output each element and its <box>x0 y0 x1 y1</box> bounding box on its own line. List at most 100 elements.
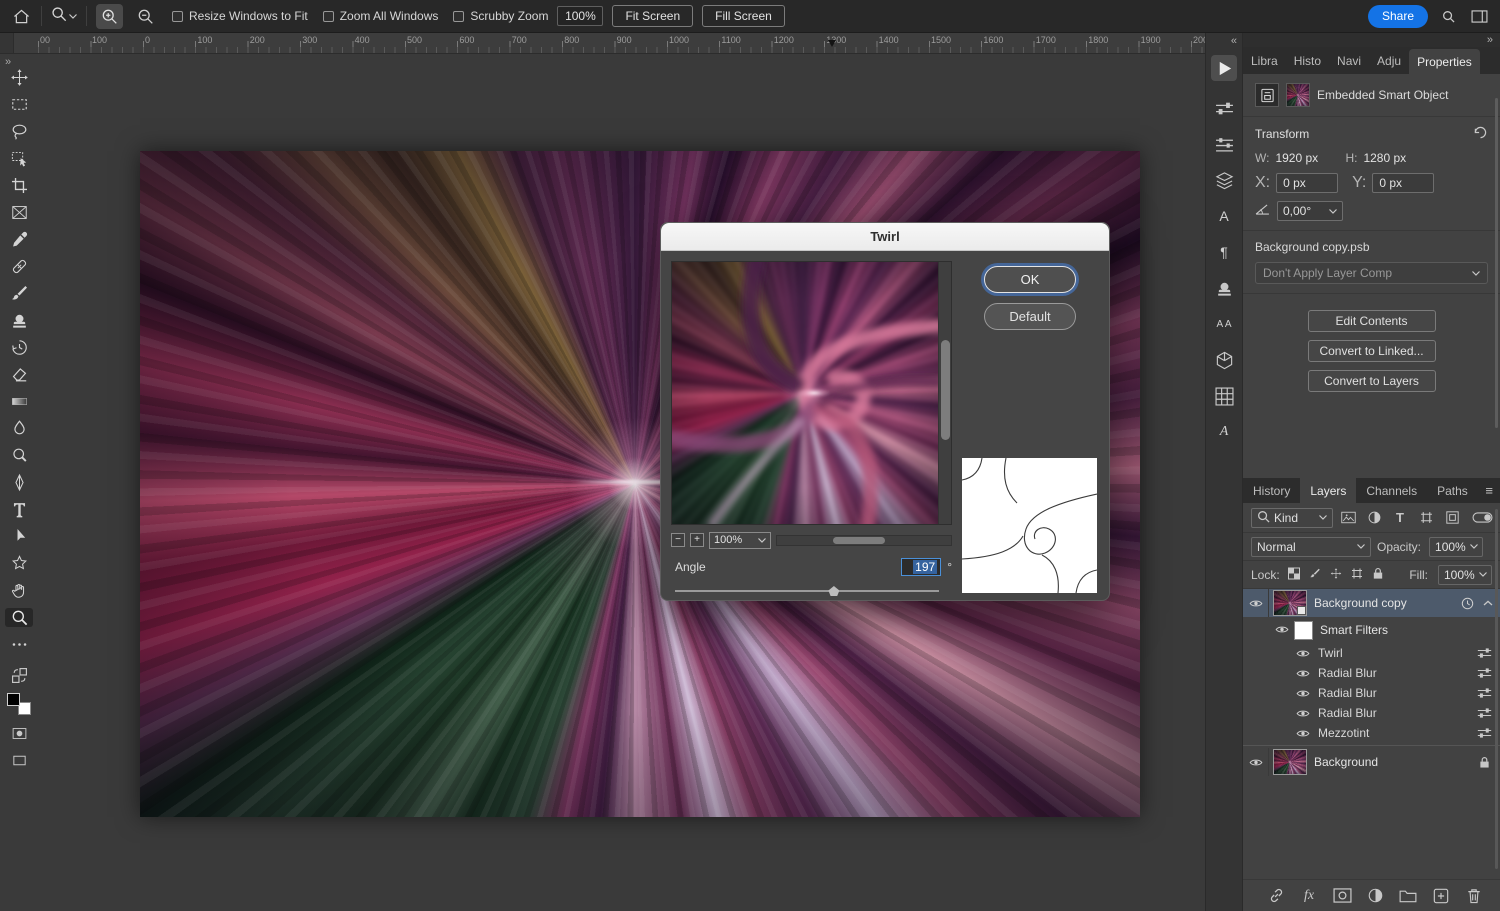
filter-visibility-eye-icon[interactable] <box>1295 689 1311 698</box>
panel-tab-properties[interactable]: Properties <box>1409 49 1480 74</box>
layer-row-background[interactable]: Background <box>1243 748 1500 776</box>
filter-visibility-eye-icon[interactable] <box>1295 669 1311 678</box>
zoom-in-mode-button[interactable] <box>96 4 123 29</box>
panel-menu-icon[interactable]: ≡ <box>1485 483 1493 498</box>
patterns-panel-icon[interactable] <box>1210 383 1238 409</box>
brush-tool[interactable] <box>5 284 33 303</box>
filter-image-button[interactable] <box>1337 508 1359 528</box>
eyedropper-tool[interactable] <box>5 230 33 249</box>
angle-slider[interactable] <box>675 585 939 597</box>
filter-row-radial-blur[interactable]: Radial Blur <box>1243 683 1500 703</box>
smart-filters-thumbnail[interactable] <box>1295 622 1312 639</box>
frame-tool[interactable] <box>5 203 33 222</box>
eraser-tool[interactable] <box>5 365 33 384</box>
visibility-eye-icon[interactable] <box>1243 748 1269 776</box>
checkbox[interactable] <box>453 11 464 22</box>
visibility-eye-icon[interactable] <box>1275 621 1289 639</box>
y-input[interactable]: 0 px <box>1372 173 1434 193</box>
toolbar-more-chevron[interactable]: » <box>5 56 10 68</box>
preview-vertical-scrollbar[interactable] <box>938 262 951 524</box>
blend-mode-select[interactable]: Normal <box>1251 537 1371 557</box>
layer-comp-select[interactable]: Don't Apply Layer Comp <box>1255 262 1488 284</box>
preview-zoom-out-button[interactable]: − <box>671 533 685 547</box>
share-button[interactable]: Share <box>1368 5 1428 28</box>
screen-mode-icon[interactable] <box>6 751 32 769</box>
angle-slider-thumb[interactable] <box>828 586 839 596</box>
glyphs-panel-icon[interactable]: A <box>1210 419 1238 445</box>
filter-adjustment-button[interactable] <box>1363 508 1385 528</box>
custom-shape-tool[interactable] <box>5 554 33 573</box>
crop-tool[interactable] <box>5 176 33 195</box>
option-resize-windows-to-fit[interactable]: Resize Windows to Fit <box>172 9 308 23</box>
lock-all-icon[interactable] <box>1372 567 1384 583</box>
fill-screen-button[interactable]: Fill Screen <box>702 5 785 27</box>
fit-screen-button[interactable]: Fit Screen <box>612 5 693 27</box>
character-styles-panel-icon[interactable]: A A <box>1210 311 1238 337</box>
lock-paint-icon[interactable] <box>1309 567 1321 583</box>
add-mask-icon[interactable] <box>1332 886 1352 906</box>
filter-visibility-eye-icon[interactable] <box>1295 649 1311 658</box>
move-tool[interactable] <box>5 68 33 87</box>
visibility-eye-icon[interactable] <box>1243 589 1269 617</box>
type-tool[interactable] <box>5 500 33 519</box>
horizontal-ruler[interactable]: 0010001002003004005006007008009001000110… <box>0 33 1205 54</box>
clone-stamp-tool[interactable] <box>5 311 33 330</box>
option-scrubby-zoom[interactable]: Scrubby Zoom <box>453 9 548 23</box>
preview-zoom-in-button[interactable]: + <box>690 533 704 547</box>
scrollbar-thumb[interactable] <box>941 340 950 440</box>
convert-to-linked-button[interactable]: Convert to Linked... <box>1308 340 1436 362</box>
spot-healing-brush-tool[interactable] <box>5 257 33 276</box>
filter-smart-object-button[interactable] <box>1441 508 1463 528</box>
properties-sliders-panel-icon[interactable] <box>1210 95 1238 121</box>
twirl-preview-image[interactable] <box>672 262 938 524</box>
smart-filter-clock-icon[interactable] <box>1461 597 1474 610</box>
filter-shape-button[interactable] <box>1415 508 1437 528</box>
opacity-select[interactable]: 100% <box>1429 537 1483 557</box>
panel-tab-histo[interactable]: Histo <box>1286 47 1329 74</box>
zoom-out-mode-button[interactable] <box>132 4 159 29</box>
lock-artboard-icon[interactable] <box>1351 567 1363 583</box>
filter-options-icon[interactable] <box>1477 707 1492 719</box>
edit-toolbar-button[interactable] <box>5 635 33 654</box>
preview-horizontal-scrollbar[interactable] <box>776 535 952 546</box>
panel-tab-adju[interactable]: Adju <box>1369 47 1409 74</box>
filter-type-button[interactable]: T <box>1389 508 1411 528</box>
hand-tool[interactable] <box>5 581 33 600</box>
filter-row-mezzotint[interactable]: Mezzotint <box>1243 723 1500 743</box>
checkbox[interactable] <box>172 11 183 22</box>
materials-panel-icon[interactable] <box>1210 347 1238 373</box>
fill-select[interactable]: 100% <box>1438 565 1492 585</box>
rotation-input[interactable]: 0,00° <box>1277 201 1343 221</box>
expand-panels-chevron[interactable]: « <box>1231 35 1236 47</box>
gradient-tool[interactable] <box>5 392 33 411</box>
layer-style-icon[interactable]: fx <box>1299 886 1319 906</box>
reset-transform-icon[interactable] <box>1473 126 1488 142</box>
layer-thumbnail[interactable] <box>1274 591 1306 615</box>
layer-row-background-copy[interactable]: Background copy <box>1243 589 1500 617</box>
link-layers-icon[interactable] <box>1266 886 1286 906</box>
rectangular-marquee-tool[interactable] <box>5 95 33 114</box>
default-button[interactable]: Default <box>984 303 1076 330</box>
path-selection-tool[interactable] <box>5 527 33 546</box>
layers-export-panel-icon[interactable] <box>1210 167 1238 193</box>
zoom-percent-input[interactable]: 100% <box>557 6 603 26</box>
workspace-icon[interactable] <box>1468 4 1490 28</box>
filter-options-icon[interactable] <box>1477 647 1492 659</box>
lasso-tool[interactable] <box>5 122 33 141</box>
filter-options-icon[interactable] <box>1477 727 1492 739</box>
filter-options-icon[interactable] <box>1477 687 1492 699</box>
panel-tab-layers[interactable]: Layers <box>1300 478 1356 503</box>
dialog-title[interactable]: Twirl <box>661 223 1109 251</box>
panel-tab-history[interactable]: History <box>1243 478 1300 503</box>
edit-contents-button[interactable]: Edit Contents <box>1308 310 1436 332</box>
quick-mask-icon[interactable] <box>6 724 32 742</box>
dodge-tool[interactable] <box>5 446 33 465</box>
angle-input[interactable]: 197 <box>901 558 941 576</box>
swap-colors-icon[interactable] <box>6 666 32 684</box>
pen-tool[interactable] <box>5 473 33 492</box>
kind-filter-select[interactable]: Kind <box>1251 508 1333 528</box>
filter-row-radial-blur[interactable]: Radial Blur <box>1243 663 1500 683</box>
actions-panel-icon[interactable] <box>1211 55 1237 81</box>
object-selection-tool[interactable] <box>5 149 33 168</box>
color-swatches[interactable] <box>7 693 31 715</box>
